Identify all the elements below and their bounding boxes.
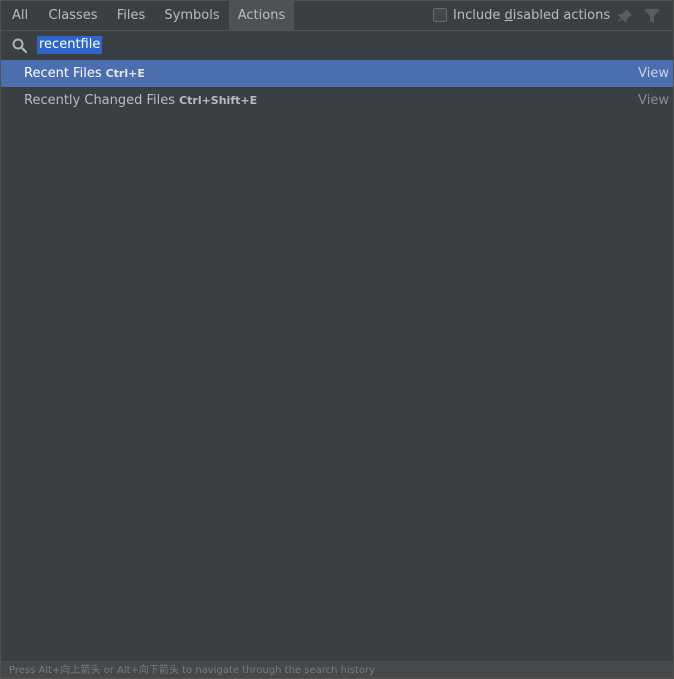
include-label-mnemonic: d [504, 8, 513, 23]
tab-all[interactable]: All [1, 1, 39, 31]
tab-files[interactable]: Files [107, 1, 155, 31]
result-row-recently-changed-files[interactable]: Recently Changed Files Ctrl+Shift+E View [1, 87, 673, 114]
tab-classes[interactable]: Classes [39, 1, 107, 31]
results-list: Recent Files Ctrl+E View Recently Changed… [1, 60, 673, 114]
search-input[interactable]: recentfile [37, 36, 103, 54]
tab-actions[interactable]: Actions [229, 1, 294, 31]
search-icon [12, 38, 28, 54]
include-disabled-checkbox[interactable] [433, 8, 447, 22]
result-shortcut: Ctrl+Shift+E [179, 94, 258, 107]
include-label-post: isabled actions [512, 8, 611, 23]
search-everywhere-popup: All Classes Files Symbols Actions Includ… [0, 0, 674, 679]
include-disabled-label[interactable]: Include disabled actions [453, 1, 610, 31]
result-group: View [638, 66, 669, 81]
tab-bar: All Classes Files Symbols Actions Includ… [1, 1, 673, 31]
result-name-text: Recently Changed Files [24, 93, 176, 108]
search-row: recentfile [1, 31, 673, 60]
include-label-pre: Include [453, 8, 505, 23]
filter-icon[interactable] [644, 8, 660, 24]
navigation-hint: Press Alt+向上箭头 or Alt+向下箭头 to navigate t… [1, 661, 673, 678]
result-shortcut: Ctrl+E [105, 67, 145, 80]
tab-symbols[interactable]: Symbols [155, 1, 229, 31]
result-row-recent-files[interactable]: Recent Files Ctrl+E View [1, 60, 673, 87]
result-name: Recent Files Ctrl+E [24, 60, 145, 87]
result-group: View [638, 93, 669, 108]
pin-icon[interactable] [617, 8, 633, 24]
result-name-text: Recent Files [24, 66, 102, 81]
result-name: Recently Changed Files Ctrl+Shift+E [24, 87, 257, 114]
